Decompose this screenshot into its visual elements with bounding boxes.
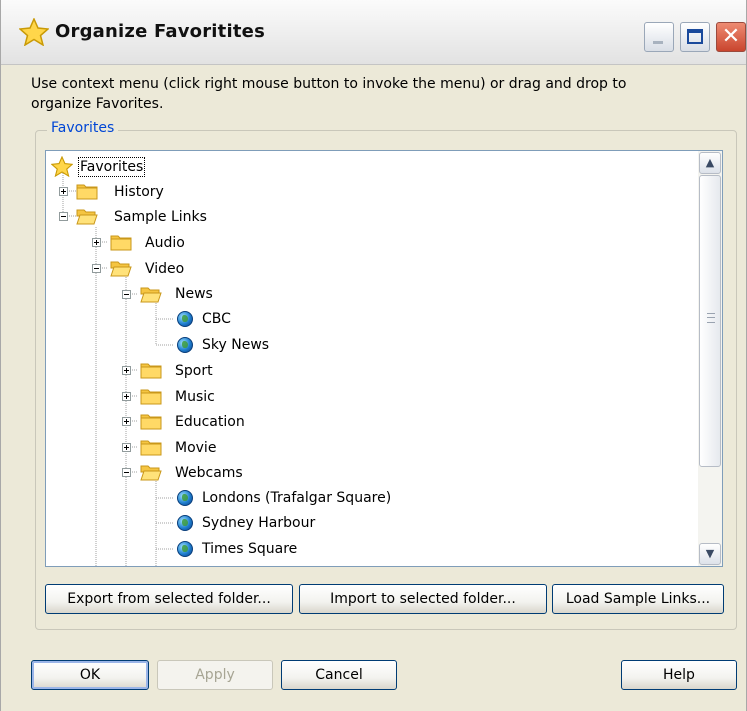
- export-button[interactable]: Export from selected folder...: [45, 584, 293, 614]
- chevron-down-icon: ▼: [705, 547, 715, 560]
- globe-icon: [177, 337, 193, 353]
- minimize-icon: [653, 41, 663, 44]
- folder-icon: [76, 184, 98, 200]
- expand-plus-icon[interactable]: [92, 238, 101, 247]
- organize-favorites-dialog: Organize Favoritites ✕ Use context menu …: [0, 0, 747, 711]
- tree-item-audio[interactable]: Audio: [145, 234, 185, 252]
- tree-item-video[interactable]: Video: [145, 260, 184, 278]
- globe-icon: [177, 311, 193, 327]
- import-button[interactable]: Import to selected folder...: [299, 584, 547, 614]
- collapse-minus-icon[interactable]: [122, 468, 131, 477]
- tree-item-sydney-harbour[interactable]: Sydney Harbour: [202, 514, 315, 532]
- globe-icon: [177, 490, 193, 506]
- folder-icon: [140, 363, 162, 379]
- tree-item-history[interactable]: History: [114, 183, 164, 201]
- tree-item-cbc[interactable]: CBC: [202, 310, 231, 328]
- window-title: Organize Favoritites: [55, 21, 265, 42]
- folder-icon: [140, 414, 162, 430]
- favorites-group-label: Favorites: [47, 120, 119, 136]
- grip-icon: [707, 313, 715, 323]
- star-icon: [19, 18, 49, 46]
- tree-item-webcams[interactable]: Webcams: [175, 464, 243, 482]
- expand-plus-icon[interactable]: [122, 443, 131, 452]
- tree-item-education[interactable]: Education: [175, 413, 245, 431]
- minimize-button[interactable]: [644, 22, 674, 52]
- help-button[interactable]: Help: [621, 660, 737, 690]
- globe-icon: [177, 515, 193, 531]
- scroll-down-button[interactable]: ▼: [699, 543, 721, 565]
- collapse-minus-icon[interactable]: [122, 290, 131, 299]
- load-sample-links-button[interactable]: Load Sample Links...: [552, 584, 724, 614]
- collapse-minus-icon[interactable]: [59, 212, 68, 221]
- tree-item-sport[interactable]: Sport: [175, 362, 213, 380]
- scroll-thumb[interactable]: [699, 175, 721, 467]
- tree-item-times-square[interactable]: Times Square: [202, 540, 297, 558]
- instructions-text: Use context menu (click right mouse butt…: [31, 76, 627, 112]
- tree-scrollbar[interactable]: ▲ ▼: [698, 151, 722, 566]
- collapse-minus-icon[interactable]: [92, 264, 101, 273]
- tree-item-sky-news[interactable]: Sky News: [202, 336, 269, 354]
- cancel-button[interactable]: Cancel: [281, 660, 397, 690]
- folder-open-icon: [140, 465, 162, 481]
- expand-plus-icon[interactable]: [59, 187, 68, 196]
- apply-button[interactable]: Apply: [157, 660, 273, 690]
- expand-plus-icon[interactable]: [122, 392, 131, 401]
- ok-button[interactable]: OK: [31, 660, 149, 690]
- tree-item-londons[interactable]: Londons (Trafalgar Square): [202, 489, 391, 507]
- folder-open-icon: [140, 287, 162, 303]
- close-icon: ✕: [721, 24, 741, 49]
- tree-item-movie[interactable]: Movie: [175, 439, 216, 457]
- close-button[interactable]: ✕: [716, 22, 746, 52]
- tree-item-music[interactable]: Music: [175, 388, 215, 406]
- expand-plus-icon[interactable]: [122, 366, 131, 375]
- folder-icon: [140, 440, 162, 456]
- chevron-up-icon: ▲: [705, 156, 715, 169]
- tree-item-sample-links[interactable]: Sample Links: [114, 208, 207, 226]
- maximize-button[interactable]: [680, 22, 710, 52]
- folder-open-icon: [110, 261, 132, 277]
- tree-item-favorites[interactable]: Favorites: [78, 157, 146, 177]
- tree-item-news[interactable]: News: [175, 285, 213, 303]
- maximize-icon: [687, 29, 703, 44]
- folder-icon: [110, 235, 132, 251]
- scroll-up-button[interactable]: ▲: [699, 152, 721, 174]
- globe-icon: [177, 541, 193, 557]
- star-icon: [51, 156, 73, 177]
- folder-icon: [140, 389, 162, 405]
- folder-open-icon: [76, 209, 98, 225]
- favorites-tree[interactable]: Favorites History Sample Links Audio Vid…: [45, 150, 723, 567]
- title-bar[interactable]: Organize Favoritites ✕: [1, 0, 746, 65]
- expand-plus-icon[interactable]: [122, 417, 131, 426]
